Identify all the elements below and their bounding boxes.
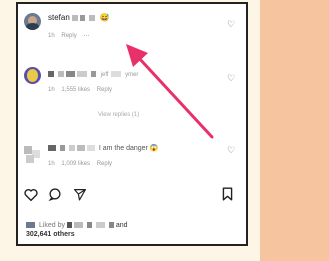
like-comment-heart-icon[interactable]: ♡ [227, 20, 235, 29]
like-comment-heart-icon[interactable]: ♡ [227, 146, 235, 155]
comment-time: 1h [48, 161, 55, 167]
bookmark-icon[interactable] [222, 187, 233, 201]
reply-button[interactable]: Reply [61, 33, 76, 39]
likes-count[interactable]: 302,641 others [26, 231, 75, 238]
comment-emoji: 😱 [149, 145, 159, 152]
more-options-button[interactable]: ··· [83, 33, 89, 39]
comment-meta: 1h Reply ··· [48, 33, 94, 39]
avatar[interactable] [24, 146, 41, 163]
reply-button[interactable]: Reply [97, 87, 112, 93]
comment-emoji: 😅 [99, 13, 110, 22]
comment-username[interactable]: jeff ymer [48, 69, 138, 78]
avatar[interactable] [24, 67, 41, 84]
share-icon[interactable] [73, 188, 87, 201]
comment-body: I am the danger 😱 [48, 144, 159, 152]
liker-avatar [26, 222, 35, 229]
decorative-stripe [260, 0, 329, 261]
view-replies-button[interactable]: View replies (1) [98, 112, 139, 118]
liked-by-summary[interactable]: Liked by and 302,641 others [26, 221, 128, 239]
comment-time: 1h [48, 33, 55, 39]
post-action-bar [18, 187, 246, 203]
comment-meta: 1h 1,009 likes Reply [48, 161, 117, 167]
comment-likes[interactable]: 1,555 likes [61, 87, 90, 93]
like-comment-heart-icon[interactable]: ♡ [227, 74, 235, 83]
avatar[interactable] [24, 13, 41, 30]
comment-time: 1h [48, 87, 55, 93]
comment-meta: 1h 1,555 likes Reply [48, 87, 117, 93]
comment-likes[interactable]: 1,009 likes [61, 161, 90, 167]
comment-username[interactable]: stefan 😅 [48, 13, 109, 22]
reply-button[interactable]: Reply [97, 161, 112, 167]
comment-icon[interactable] [48, 188, 62, 201]
heart-icon[interactable] [24, 188, 38, 201]
instagram-comments-panel: stefan 😅 1h Reply ··· ♡ jeff ymer 1h 1,5… [16, 2, 248, 246]
